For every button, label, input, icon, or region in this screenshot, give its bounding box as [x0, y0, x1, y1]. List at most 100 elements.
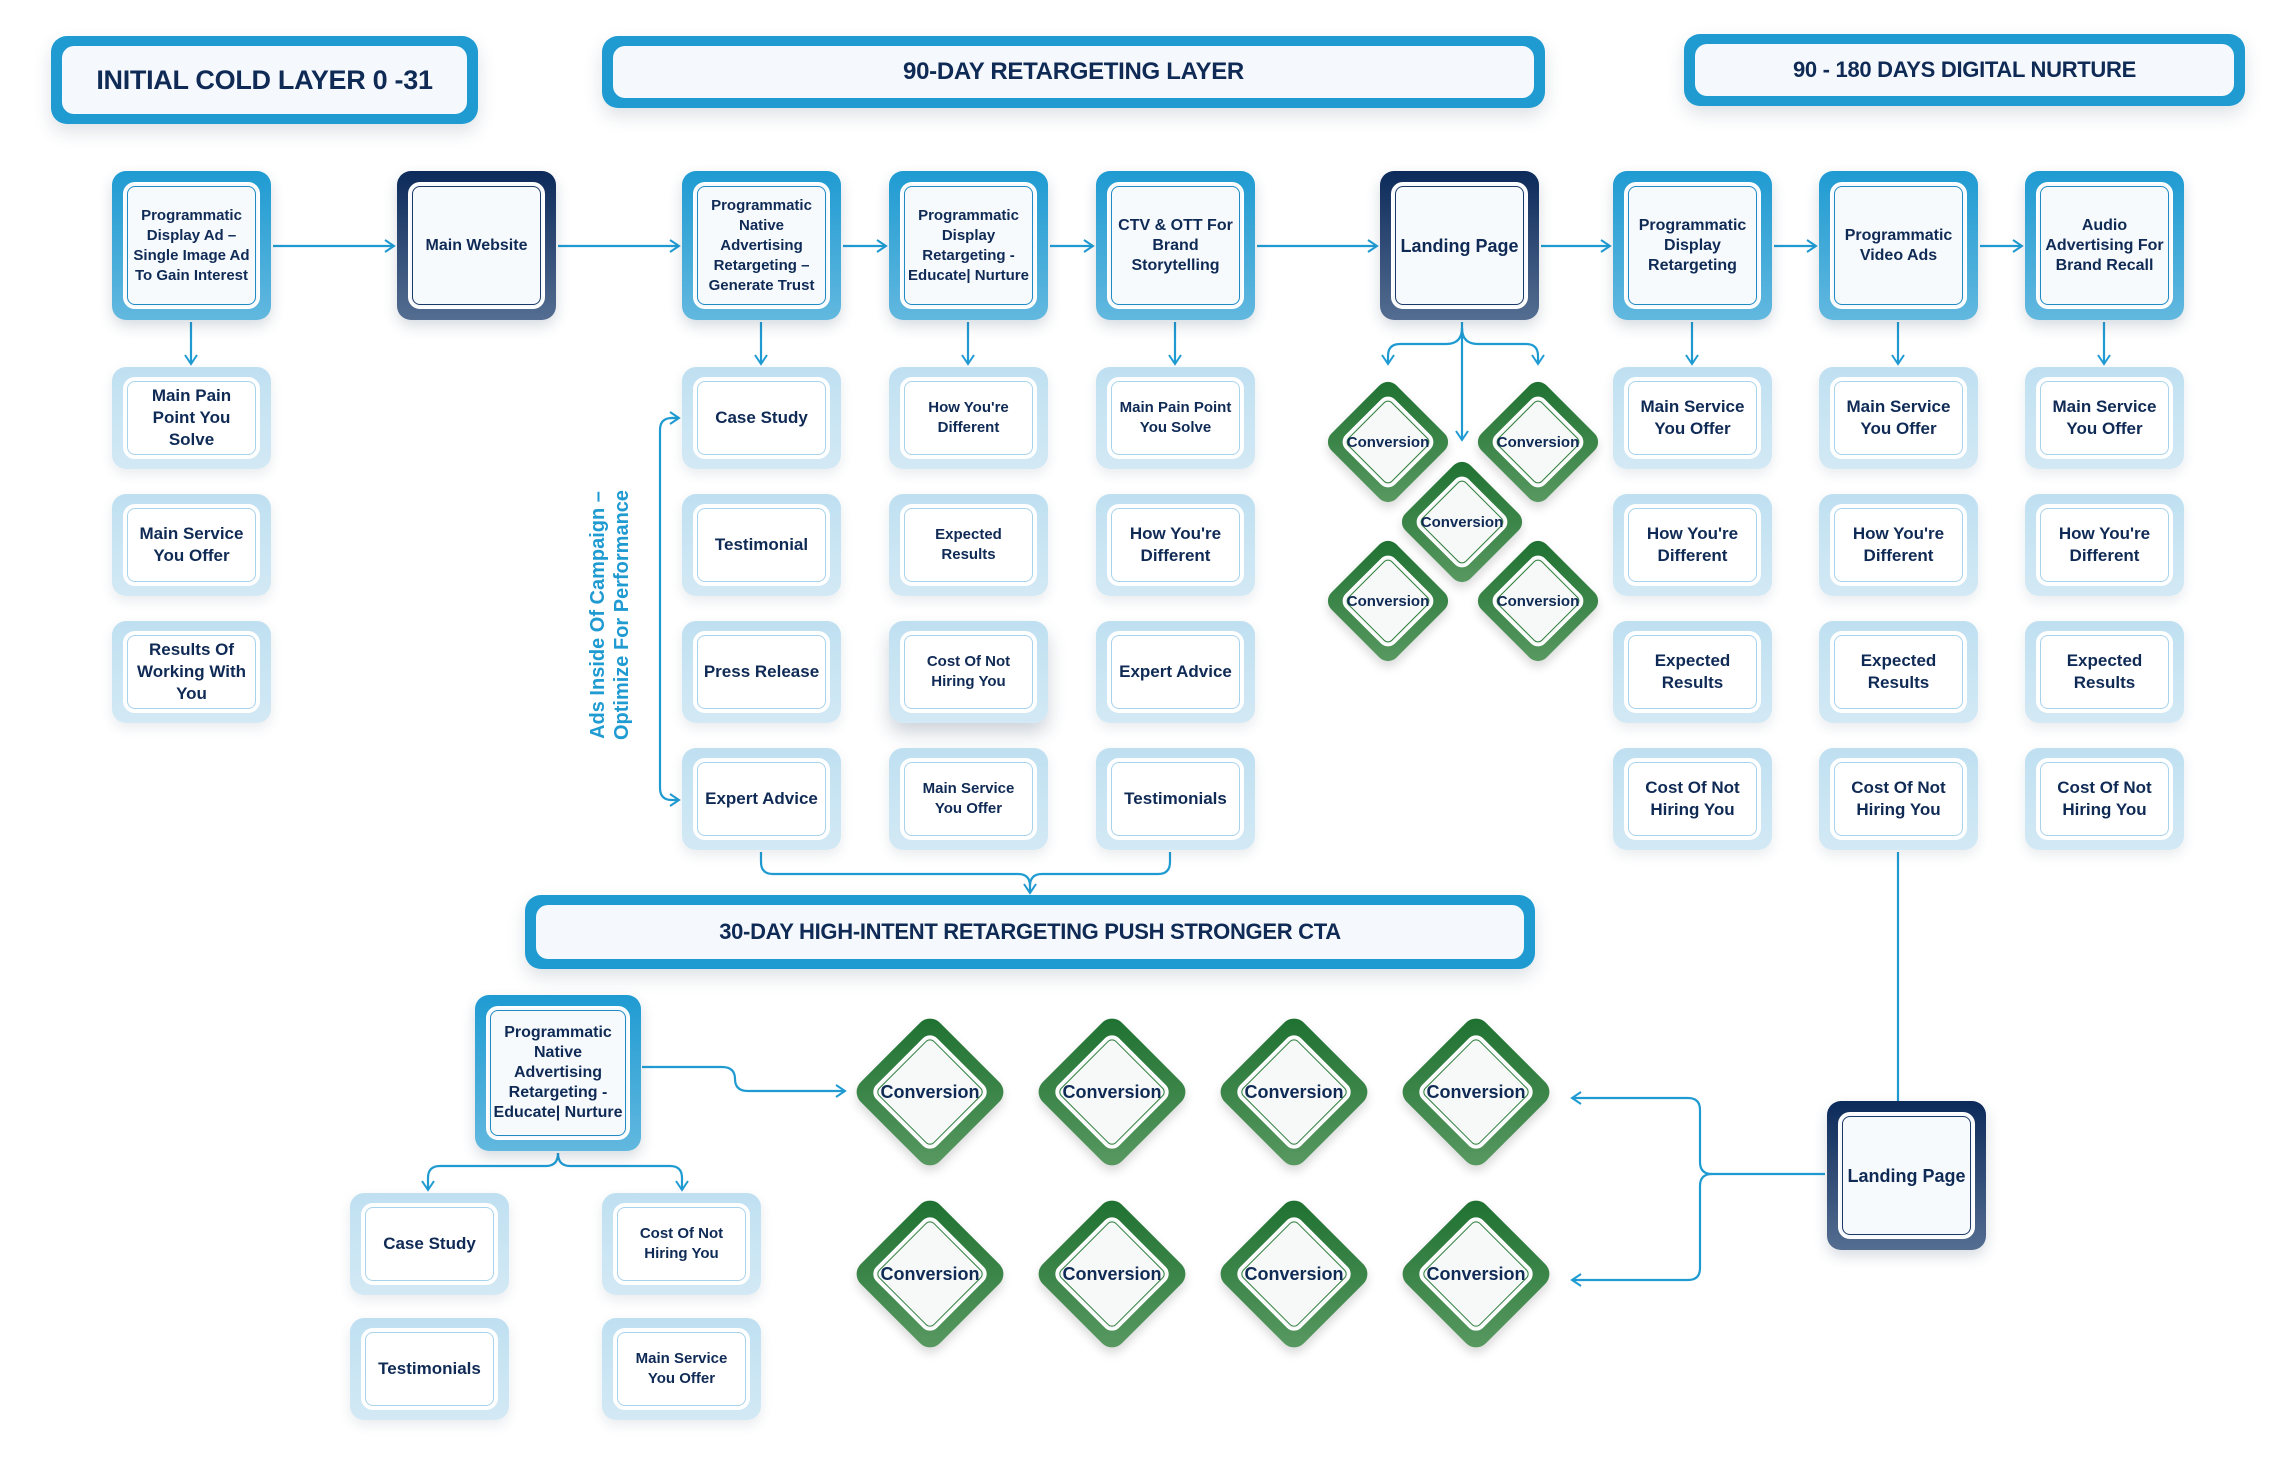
conversion-label: Conversion: [1426, 1263, 1526, 1284]
conversion-label: Conversion: [880, 1263, 980, 1284]
sub-box[interactable]: Expected Results: [1613, 621, 1772, 723]
sub-box[interactable]: How You're Different: [1819, 494, 1978, 596]
sub-box[interactable]: How You're Different: [889, 367, 1048, 469]
conversion-label: Conversion: [1062, 1263, 1162, 1284]
conversion-diamond[interactable]: Conversion: [1395, 1011, 1557, 1173]
sub-box-label: Main Service You Offer: [2052, 397, 2157, 438]
sub-box[interactable]: Cost Of Not Hiring You: [2025, 748, 2184, 850]
sub-box-label: Cost Of Not Hiring You: [1851, 778, 1946, 819]
node-label: Programmatic Display Ad – Single Image A…: [133, 206, 250, 284]
node-label: Programmatic Native Advertising Retarget…: [708, 196, 815, 294]
sub-box-label: How You're Different: [928, 399, 1009, 436]
sub-box[interactable]: Main Pain Point You Solve: [1096, 367, 1255, 469]
node-label: Programmatic Display Retargeting: [1638, 216, 1747, 274]
sub-box[interactable]: Expert Advice: [682, 748, 841, 850]
sub-box-label: Results Of Working With You: [136, 640, 247, 703]
sub-box-label: Main Service You Offer: [1846, 397, 1951, 438]
conversion-diamond[interactable]: Conversion: [1213, 1193, 1375, 1355]
node-programmatic-display-ad[interactable]: Programmatic Display Ad – Single Image A…: [112, 171, 271, 320]
node-programmatic-video-ads[interactable]: Programmatic Video Ads: [1819, 171, 1978, 320]
conversion-diamond[interactable]: Conversion: [1395, 1193, 1557, 1355]
sub-box-label: Expert Advice: [1119, 662, 1232, 681]
header-initial-cold-layer: INITIAL COLD LAYER 0 -31: [51, 36, 478, 124]
sub-box-label: How You're Different: [2058, 524, 2151, 565]
sub-box-label: Expert Advice: [705, 789, 818, 808]
sub-box[interactable]: Cost Of Not Hiring You: [889, 621, 1048, 723]
sub-box-label: Press Release: [703, 662, 820, 681]
node-landing-page[interactable]: Landing Page: [1380, 171, 1539, 320]
header-90-day-retargeting-text: 90-DAY RETARGETING LAYER: [903, 58, 1244, 85]
sub-box-label: How You're Different: [1646, 524, 1739, 565]
sub-box[interactable]: Expected Results: [2025, 621, 2184, 723]
conversion-label: Conversion: [1426, 1081, 1526, 1102]
conversion-diamond[interactable]: Conversion: [1396, 456, 1528, 588]
sub-box-label: Main Service You Offer: [139, 524, 244, 565]
sub-box-label: How You're Different: [1852, 524, 1945, 565]
conversion-diamond[interactable]: Conversion: [1031, 1193, 1193, 1355]
sub-box-label: Case Study: [383, 1234, 476, 1253]
header-90-180-days-nurture: 90 - 180 DAYS DIGITAL NURTURE: [1684, 34, 2245, 106]
side-label-line-2: Optimize For Performance: [611, 489, 633, 741]
sub-box[interactable]: How You're Different: [1613, 494, 1772, 596]
header-initial-cold-layer-text: INITIAL COLD LAYER 0 -31: [96, 64, 433, 95]
sub-box[interactable]: Main Service You Offer: [602, 1318, 761, 1420]
sub-box-label: How You're Different: [1129, 524, 1222, 565]
sub-box[interactable]: Testimonial: [682, 494, 841, 596]
sub-box-label: Testimonial: [714, 535, 809, 554]
conversion-label: Conversion: [880, 1081, 980, 1102]
conversion-diamond[interactable]: Conversion: [849, 1193, 1011, 1355]
node-label: Programmatic Video Ads: [1844, 226, 1953, 264]
sub-box[interactable]: How You're Different: [2025, 494, 2184, 596]
sub-box-label: Main Pain Point You Solve: [151, 386, 232, 449]
sub-box-label: Cost Of Not Hiring You: [1645, 778, 1740, 819]
node-label: Audio Advertising For Brand Recall: [2045, 216, 2164, 274]
sub-box[interactable]: Cost Of Not Hiring You: [602, 1193, 761, 1295]
header-30-day-high-intent: 30-DAY HIGH-INTENT RETARGETING PUSH STRO…: [525, 895, 1535, 969]
sub-box-label: Main Pain Point You Solve: [1119, 399, 1232, 436]
node-audio-advertising[interactable]: Audio Advertising For Brand Recall: [2025, 171, 2184, 320]
node-bottom-native-retargeting[interactable]: Programmatic Native Advertising Retarget…: [475, 995, 641, 1151]
side-label-ads-inside-campaign: Ads Inside Of Campaign – Optimize For Pe…: [586, 490, 634, 740]
conversion-diamond[interactable]: Conversion: [1213, 1011, 1375, 1173]
sub-box[interactable]: Main Service You Offer: [2025, 367, 2184, 469]
conversion-diamond[interactable]: Conversion: [849, 1011, 1011, 1173]
node-programmatic-display-retargeting-educate[interactable]: Programmatic Display Retargeting - Educa…: [889, 171, 1048, 320]
node-label: CTV & OTT For Brand Storytelling: [1118, 216, 1233, 274]
sub-box[interactable]: Expected Results: [1819, 621, 1978, 723]
conversion-label: Conversion: [1244, 1081, 1344, 1102]
sub-box[interactable]: Main Service You Offer: [1613, 367, 1772, 469]
sub-box[interactable]: Main Service You Offer: [1819, 367, 1978, 469]
sub-box-label: Case Study: [715, 408, 808, 427]
sub-box[interactable]: Cost Of Not Hiring You: [1819, 748, 1978, 850]
node-ctv-ott[interactable]: CTV & OTT For Brand Storytelling: [1096, 171, 1255, 320]
sub-box[interactable]: Expected Results: [889, 494, 1048, 596]
sub-box[interactable]: Case Study: [682, 367, 841, 469]
node-main-website[interactable]: Main Website: [397, 171, 556, 320]
conversion-label: Conversion: [1244, 1263, 1344, 1284]
sub-box[interactable]: How You're Different: [1096, 494, 1255, 596]
conversion-diamond[interactable]: Conversion: [1031, 1011, 1193, 1173]
node-label: Main Website: [425, 236, 528, 254]
node-programmatic-native-retargeting[interactable]: Programmatic Native Advertising Retarget…: [682, 171, 841, 320]
sub-box-label: Cost Of Not Hiring You: [926, 653, 1011, 690]
node-programmatic-display-retargeting[interactable]: Programmatic Display Retargeting: [1613, 171, 1772, 320]
node-label: Programmatic Display Retargeting - Educa…: [908, 206, 1029, 284]
sub-box[interactable]: Main Pain Point You Solve: [112, 367, 271, 469]
sub-box-label: Expected Results: [935, 526, 1002, 563]
header-90-day-retargeting: 90-DAY RETARGETING LAYER: [602, 36, 1545, 108]
sub-box[interactable]: Testimonials: [350, 1318, 509, 1420]
side-label-line-1: Ads Inside Of Campaign –: [587, 491, 609, 739]
node-bottom-landing-page[interactable]: Landing Page: [1827, 1101, 1986, 1250]
sub-box[interactable]: Case Study: [350, 1193, 509, 1295]
node-label: Programmatic Native Advertising Retarget…: [493, 1024, 623, 1121]
conversion-label: Conversion: [1420, 513, 1504, 531]
sub-box[interactable]: Press Release: [682, 621, 841, 723]
sub-box-label: Expected Results: [1654, 651, 1731, 692]
sub-box[interactable]: Cost Of Not Hiring You: [1613, 748, 1772, 850]
sub-box[interactable]: Main Service You Offer: [889, 748, 1048, 850]
sub-box[interactable]: Testimonials: [1096, 748, 1255, 850]
sub-box[interactable]: Main Service You Offer: [112, 494, 271, 596]
conversion-label: Conversion: [1062, 1081, 1162, 1102]
sub-box[interactable]: Expert Advice: [1096, 621, 1255, 723]
sub-box[interactable]: Results Of Working With You: [112, 621, 271, 723]
